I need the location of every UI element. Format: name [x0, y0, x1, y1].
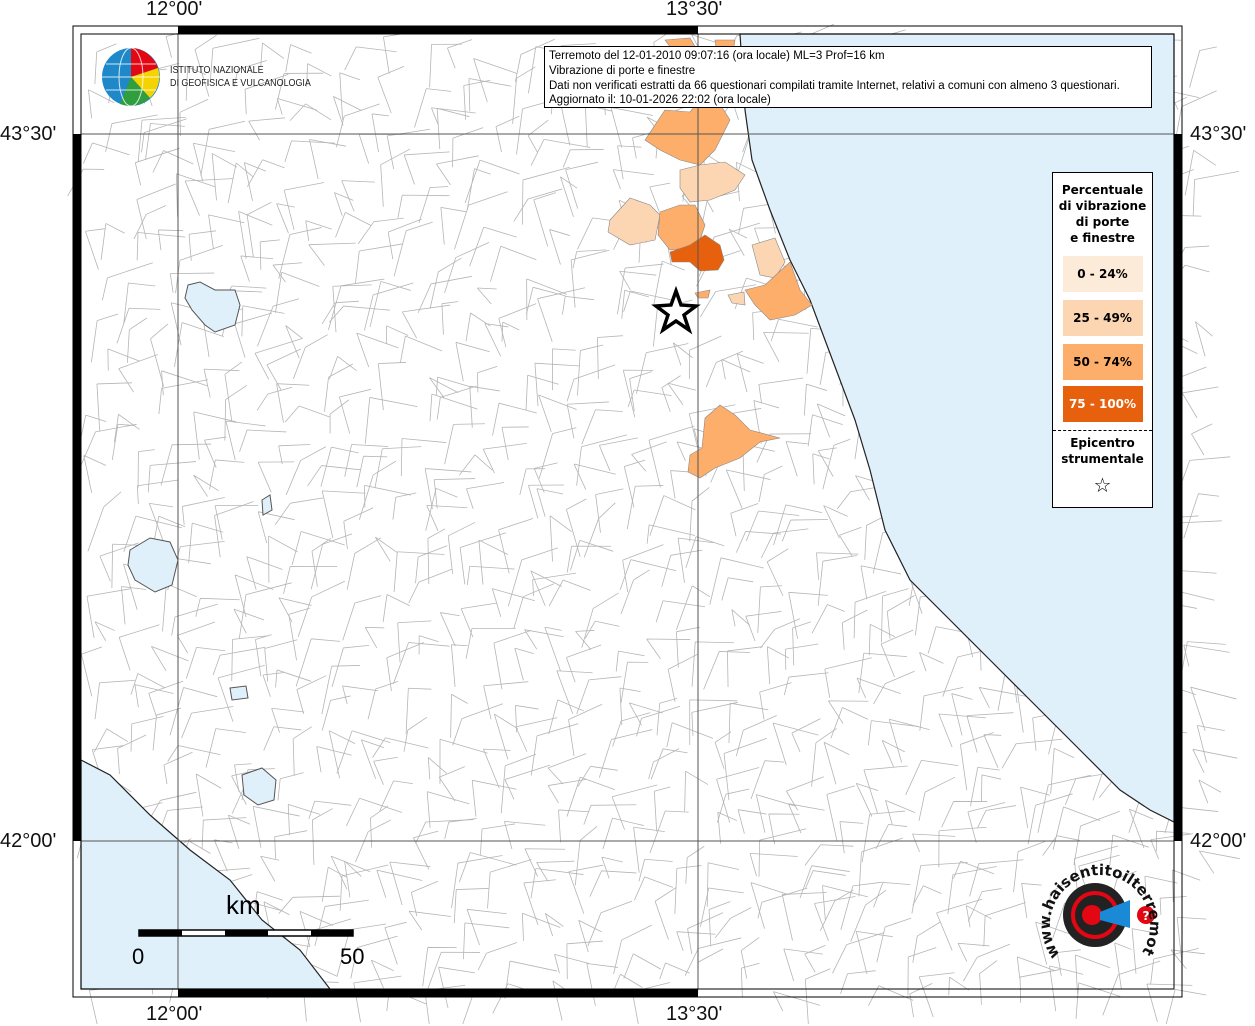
- ingv-logo: ISTITUTO NAZIONALE DI GEOFISICA E VULCANO…: [100, 46, 336, 108]
- axis-label-bottom: 12°00': [146, 1003, 203, 1025]
- legend-title: Percentuale di vibrazione di porte e fin…: [1053, 182, 1152, 246]
- axis-label-left: 42°00': [0, 830, 57, 852]
- event-updated: Aggiornato il: 10-01-2026 22:02 (ora loc…: [549, 94, 771, 107]
- globe-icon: [102, 47, 160, 107]
- scale-unit: km: [226, 890, 261, 920]
- axis-label-bottom: 13°30': [666, 1003, 723, 1025]
- axis-label-top: 12°00': [146, 0, 203, 20]
- scale-max: 50: [340, 944, 365, 969]
- axis-label-left: 43°30': [0, 123, 57, 145]
- event-subtitle: Vibrazione di porte e finestre: [549, 64, 696, 77]
- axis-label-right: 43°30': [1190, 123, 1247, 145]
- map[interactable]: ? www.haisentitoilterremoto.it: [0, 0, 1255, 1024]
- legend-title-line: Percentuale: [1061, 183, 1144, 197]
- legend-title-line: di vibrazione: [1058, 199, 1147, 213]
- legend-epicenter-line: Epicentro: [1070, 436, 1135, 450]
- legend: Percentuale di vibrazione di porte e fin…: [1052, 172, 1153, 508]
- scale-bar: [138, 929, 354, 937]
- legend-title-line: e finestre: [1070, 231, 1135, 245]
- event-note: Dati non verificati estratti da 66 quest…: [549, 79, 1120, 92]
- event-title: Terremoto del 12-01-2010 09:07:16 (ora l…: [549, 50, 885, 62]
- axis-label-right: 42°00': [1190, 830, 1247, 852]
- logo-line-2: DI GEOFISICA E VULCANOLOGIA: [170, 77, 311, 89]
- scale-min: 0: [132, 944, 145, 969]
- legend-title-line: di porte: [1075, 215, 1130, 229]
- legend-epicenter-line: strumentale: [1061, 452, 1144, 466]
- star-icon: ☆: [1093, 473, 1112, 497]
- legend-class-50-74: 50 - 74%: [1062, 344, 1143, 380]
- legend-epicenter: Epicentro strumentale: [1053, 435, 1152, 467]
- logo-line-1: ISTITUTO NAZIONALE: [170, 64, 264, 76]
- legend-class-0-24: 0 - 24%: [1062, 256, 1143, 292]
- axis-label-top: 13°30': [666, 0, 723, 20]
- legend-class-75-100: 75 - 100%: [1062, 386, 1143, 422]
- event-info-box: Terremoto del 12-01-2010 09:07:16 (ora l…: [544, 46, 1152, 108]
- legend-class-25-49: 25 - 49%: [1062, 300, 1143, 336]
